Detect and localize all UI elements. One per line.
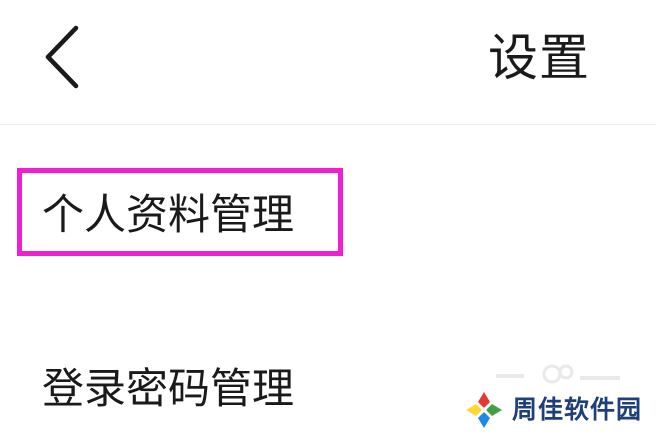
pinwheel-logo-icon	[466, 392, 502, 428]
watermark-text: 周佳软件园	[512, 395, 643, 424]
top-bar: 设置	[0, 0, 656, 125]
watermark: 周佳软件园	[462, 386, 656, 434]
chevron-left-icon	[45, 25, 79, 89]
page-title: 设置	[488, 29, 590, 87]
menu-item-label: 个人资料管理	[42, 190, 295, 239]
menu-item-profile-management[interactable]: 个人资料管理	[0, 170, 656, 260]
menu-item-label: 登录密码管理	[42, 364, 295, 413]
back-button[interactable]	[30, 22, 96, 92]
